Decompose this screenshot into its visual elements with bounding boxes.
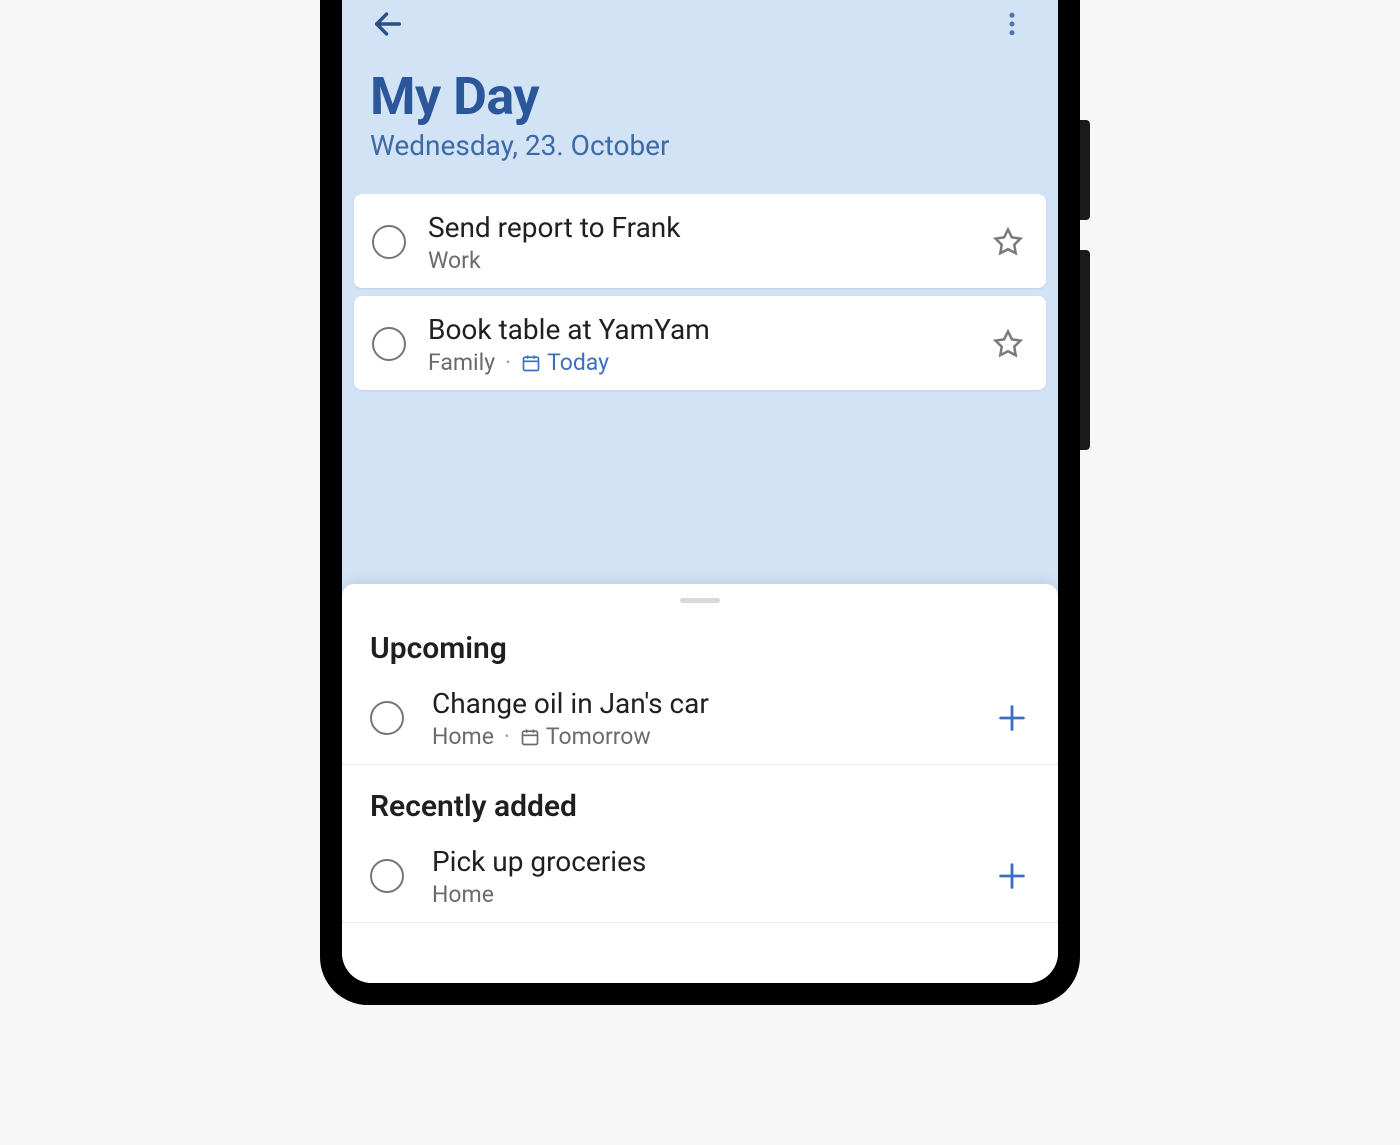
sheet-drag-handle[interactable] — [680, 598, 720, 603]
task-meta: Family · Today — [428, 349, 988, 376]
app-header — [342, 2, 1058, 58]
section-heading-recent: Recently added — [342, 765, 1058, 834]
star-icon — [993, 329, 1023, 359]
task-meta: Work — [428, 247, 988, 274]
phone-frame: My Day Wednesday, 23. October Send repor… — [320, 0, 1080, 1005]
due-date-label: Tomorrow — [546, 723, 651, 750]
task-meta: Home — [432, 881, 982, 908]
plus-icon — [995, 859, 1029, 893]
due-date-label: Today — [547, 349, 609, 376]
star-button[interactable] — [988, 324, 1028, 364]
task-list: Send report to Frank Work Book table at … — [342, 186, 1058, 398]
due-date-chip: Today — [521, 349, 609, 376]
more-options-button[interactable] — [990, 2, 1034, 46]
back-button[interactable] — [366, 2, 410, 46]
meta-separator: · — [505, 349, 511, 376]
task-title: Change oil in Jan's car — [432, 686, 982, 721]
suggestion-row[interactable]: Change oil in Jan's car Home · Tomorrow — [342, 676, 1058, 765]
task-content: Book table at YamYam Family · Today — [428, 312, 988, 376]
app-screen: My Day Wednesday, 23. October Send repor… — [342, 0, 1058, 983]
star-icon — [993, 227, 1023, 257]
task-content: Send report to Frank Work — [428, 210, 988, 274]
task-content: Pick up groceries Home — [432, 844, 982, 908]
phone-side-button — [1080, 250, 1090, 450]
phone-side-button — [1080, 120, 1090, 220]
task-row[interactable]: Book table at YamYam Family · Today — [354, 296, 1046, 390]
complete-checkbox[interactable] — [370, 859, 404, 893]
task-list-label: Home — [432, 881, 494, 908]
page-title: My Day — [370, 66, 1030, 127]
task-list-label: Home — [432, 723, 494, 750]
star-button[interactable] — [988, 222, 1028, 262]
calendar-icon — [520, 727, 540, 747]
more-vertical-icon — [997, 9, 1027, 39]
page-date: Wednesday, 23. October — [370, 129, 1030, 162]
section-heading-upcoming: Upcoming — [342, 627, 1058, 676]
suggestion-row[interactable]: Pick up groceries Home — [342, 834, 1058, 923]
complete-checkbox[interactable] — [372, 327, 406, 361]
task-title: Book table at YamYam — [428, 312, 988, 347]
complete-checkbox[interactable] — [372, 225, 406, 259]
task-list-label: Family — [428, 349, 495, 376]
task-list-label: Work — [428, 247, 481, 274]
meta-separator: · — [504, 723, 510, 750]
task-title: Send report to Frank — [428, 210, 988, 245]
arrow-left-icon — [371, 7, 405, 41]
task-title: Pick up groceries — [432, 844, 982, 879]
add-to-my-day-button[interactable] — [990, 854, 1034, 898]
add-to-my-day-button[interactable] — [990, 696, 1034, 740]
task-row[interactable]: Send report to Frank Work — [354, 194, 1046, 288]
task-content: Change oil in Jan's car Home · Tomorrow — [432, 686, 982, 750]
task-meta: Home · Tomorrow — [432, 723, 982, 750]
calendar-icon — [521, 353, 541, 373]
complete-checkbox[interactable] — [370, 701, 404, 735]
plus-icon — [995, 701, 1029, 735]
suggestions-sheet[interactable]: Upcoming Change oil in Jan's car Home · — [342, 584, 1058, 983]
due-date-chip: Tomorrow — [520, 723, 651, 750]
title-block: My Day Wednesday, 23. October — [342, 58, 1058, 186]
